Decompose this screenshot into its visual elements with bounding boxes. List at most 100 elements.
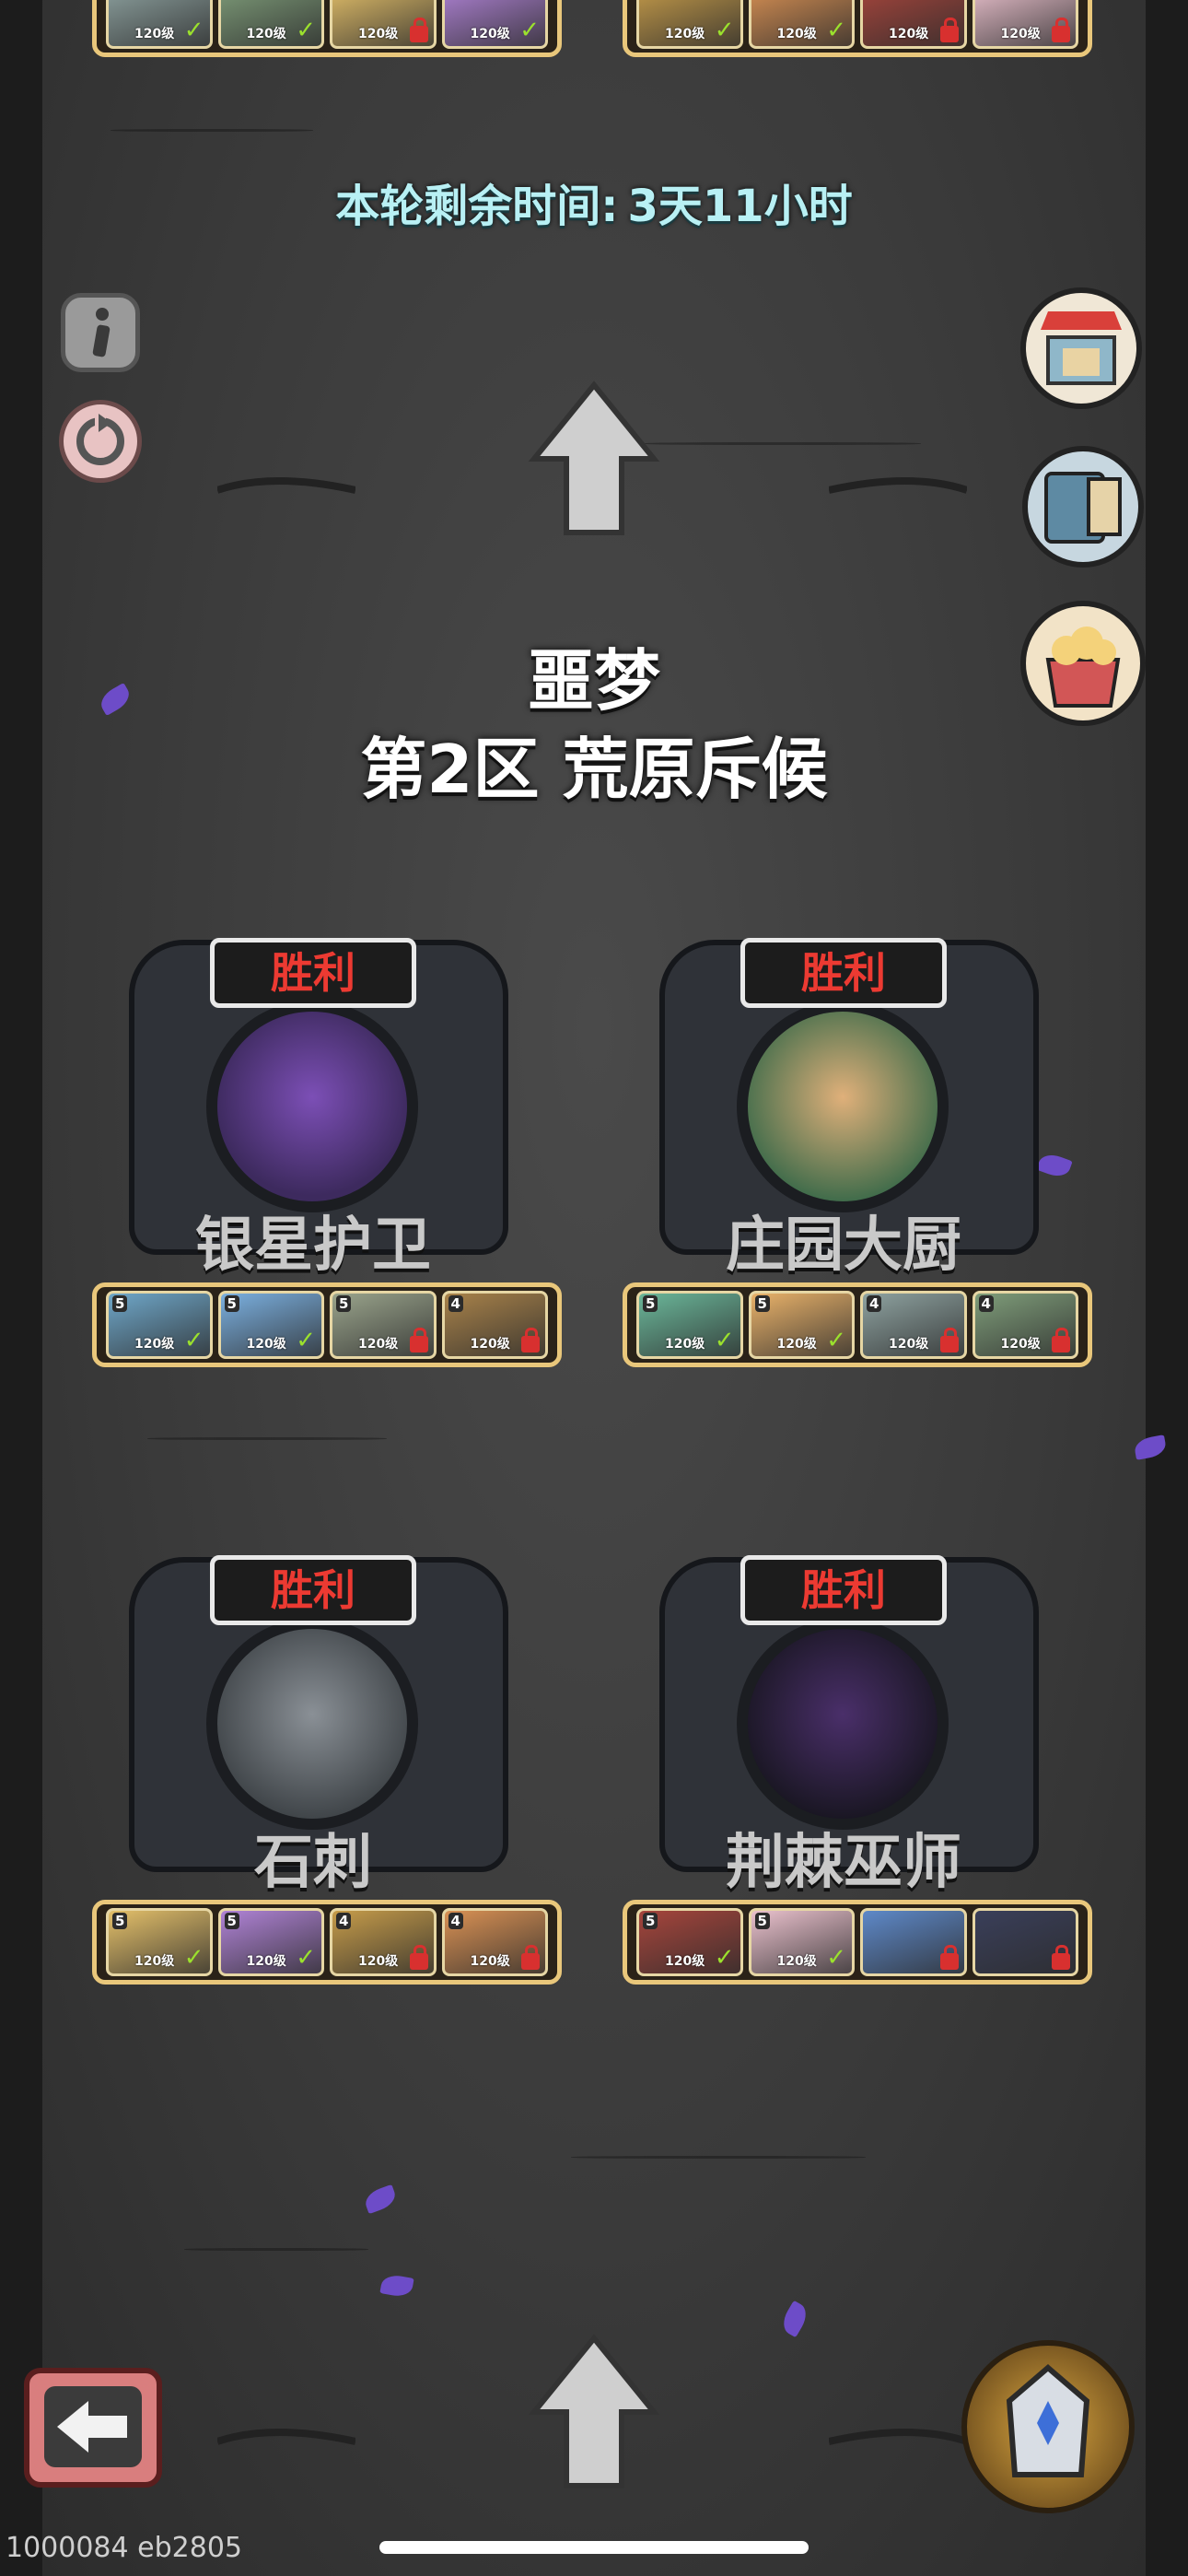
info-icon bbox=[92, 308, 111, 357]
difficulty-title: 噩梦 bbox=[527, 642, 660, 720]
hero-level: 120级 bbox=[358, 27, 399, 41]
boss-team-strip: 5 120级 ✓ 5 120级 ✓ 4 120级 4 120级 bbox=[623, 1282, 1092, 1367]
hero-slot[interactable]: 5 120级 ✓ bbox=[106, 1291, 213, 1359]
hero-level: 120级 bbox=[889, 1337, 929, 1352]
hero-slot[interactable]: 5 120级 ✓ bbox=[636, 1908, 743, 1976]
hero-slot[interactable]: 5 120级 ✓ bbox=[748, 1908, 855, 1976]
petal-decoration bbox=[362, 2184, 399, 2215]
boss-name: 荆棘巫师 bbox=[726, 1829, 961, 1897]
hero-star-count: 4 bbox=[336, 1913, 352, 1929]
hero-slot[interactable]: 120级 ✓ bbox=[748, 0, 855, 49]
hero-slot[interactable]: 5 120级 ✓ bbox=[217, 1291, 324, 1359]
hero-slot[interactable]: 120级 ✓ bbox=[636, 0, 743, 49]
hero-level: 120级 bbox=[665, 1954, 705, 1969]
check-icon: ✓ bbox=[296, 1327, 316, 1354]
lock-icon bbox=[939, 18, 959, 42]
floor-crack bbox=[645, 442, 921, 445]
build-id-text: 1000084 eb2805 bbox=[6, 2532, 242, 2564]
lock-icon bbox=[1052, 1945, 1070, 1970]
hero-slot[interactable]: 120级 bbox=[972, 0, 1078, 49]
hero-slot[interactable]: 5 120级 ✓ bbox=[217, 1908, 324, 1976]
hero-slot[interactable]: 5 120级 ✓ bbox=[748, 1291, 855, 1359]
back-arrow-icon bbox=[57, 2401, 127, 2453]
check-icon: ✓ bbox=[183, 1327, 204, 1354]
hero-slot[interactable]: 5 120级 ✓ bbox=[106, 1908, 213, 1976]
floor-crack bbox=[571, 2156, 866, 2159]
hero-star-count: 5 bbox=[112, 1913, 128, 1929]
boss-card-silver-star-guard[interactable]: 胜利 银星护卫 5 120级 ✓ 5 120级 ✓ 5 120级 4 120级 bbox=[92, 921, 562, 1437]
lock-icon bbox=[521, 1328, 540, 1352]
hero-slot[interactable]: 120级 bbox=[330, 0, 437, 49]
hero-level: 120级 bbox=[134, 1954, 175, 1969]
lock-icon bbox=[409, 1945, 428, 1970]
boss-portrait bbox=[737, 1001, 949, 1212]
shop-button[interactable] bbox=[1020, 287, 1142, 409]
previous-zone-team-strip: 120级 ✓ 120级 ✓ 120级 120级 bbox=[623, 0, 1092, 57]
refresh-button[interactable] bbox=[59, 400, 142, 483]
lock-icon bbox=[1052, 1328, 1070, 1352]
boss-team-strip: 5 120级 ✓ 5 120级 ✓ bbox=[623, 1900, 1092, 1985]
hero-level: 120级 bbox=[1000, 27, 1041, 41]
hero-level: 120级 bbox=[776, 27, 817, 41]
right-border bbox=[1146, 0, 1188, 2576]
hero-slot[interactable]: 4 120级 bbox=[972, 1291, 1078, 1359]
game-stage: 120级 ✓ 120级 ✓ 120级 120级 ✓ 120级 ✓ 120级 ✓ 120级 120级 本… bbox=[0, 0, 1188, 2576]
hero-slot[interactable]: 120级 ✓ bbox=[217, 0, 324, 49]
book-icon bbox=[1044, 472, 1122, 544]
hero-slot[interactable]: 5 120级 ✓ bbox=[636, 1291, 743, 1359]
lock-icon bbox=[1052, 18, 1070, 42]
boss-portrait bbox=[206, 1618, 418, 1830]
previous-zone-arrow[interactable] bbox=[525, 376, 663, 542]
boss-card-stone-thorn[interactable]: 胜利 石刺 5 120级 ✓ 5 120级 ✓ 4 120级 4 120级 bbox=[92, 1539, 562, 2055]
hero-slot[interactable] bbox=[860, 1908, 967, 1976]
back-button-face bbox=[44, 2386, 142, 2467]
boss-card-manor-chef[interactable]: 胜利 庄园大厨 5 120级 ✓ 5 120级 ✓ 4 120级 4 120级 bbox=[623, 921, 1092, 1437]
records-book-button[interactable] bbox=[1022, 446, 1144, 568]
hero-slot[interactable]: 4 120级 bbox=[441, 1291, 548, 1359]
boss-team-strip: 5 120级 ✓ 5 120级 ✓ 5 120级 4 120级 bbox=[92, 1282, 562, 1367]
hero-slot[interactable] bbox=[972, 1908, 1078, 1976]
lock-icon bbox=[409, 1328, 428, 1352]
swirl-ornament-icon bbox=[217, 477, 355, 494]
refresh-icon bbox=[76, 414, 124, 465]
hero-slot[interactable]: 4 120级 bbox=[330, 1908, 437, 1976]
hero-slot[interactable]: 4 120级 bbox=[860, 1291, 967, 1359]
check-icon: ✓ bbox=[714, 1944, 735, 1972]
info-button[interactable] bbox=[61, 293, 140, 372]
boss-name: 石刺 bbox=[254, 1829, 372, 1897]
hero-slot[interactable]: 120级 ✓ bbox=[106, 0, 213, 49]
left-border bbox=[0, 0, 42, 2576]
next-zone-arrow[interactable] bbox=[525, 2329, 663, 2495]
swirl-ornament-icon bbox=[829, 477, 967, 494]
check-icon: ✓ bbox=[519, 17, 540, 44]
check-icon: ✓ bbox=[826, 17, 846, 44]
hero-slot[interactable]: 4 120级 bbox=[441, 1908, 548, 1976]
timer-value: 3天11小时 bbox=[627, 181, 853, 232]
hero-slot[interactable]: 120级 ✓ bbox=[441, 0, 548, 49]
lock-icon bbox=[939, 1328, 959, 1352]
timer-label: 本轮剩余时间: bbox=[335, 181, 619, 232]
hero-slot[interactable]: 120级 bbox=[860, 0, 967, 49]
check-icon: ✓ bbox=[826, 1944, 846, 1972]
victory-badge: 胜利 bbox=[740, 938, 947, 1008]
boss-card-thorn-wizard[interactable]: 胜利 荆棘巫师 5 120级 ✓ 5 120级 ✓ bbox=[623, 1539, 1092, 2055]
hero-star-count: 5 bbox=[643, 1295, 658, 1312]
shop-icon bbox=[1041, 311, 1122, 385]
check-icon: ✓ bbox=[714, 1327, 735, 1354]
hero-level: 120级 bbox=[665, 1337, 705, 1352]
previous-zone-team-strip: 120级 ✓ 120级 ✓ 120级 120级 ✓ bbox=[92, 0, 562, 57]
back-button[interactable] bbox=[24, 2368, 162, 2488]
check-icon: ✓ bbox=[714, 17, 735, 44]
hero-level: 120级 bbox=[470, 1337, 510, 1352]
floor-crack bbox=[111, 129, 313, 132]
hero-star-count: 4 bbox=[867, 1295, 882, 1312]
hero-level: 120级 bbox=[246, 1337, 286, 1352]
hero-star-count: 4 bbox=[978, 1295, 994, 1312]
hero-star-count: 5 bbox=[754, 1295, 770, 1312]
boss-portrait bbox=[206, 1001, 418, 1212]
hero-slot[interactable]: 5 120级 bbox=[330, 1291, 437, 1359]
hero-level: 120级 bbox=[470, 1954, 510, 1969]
rank-emblem-button[interactable] bbox=[961, 2340, 1135, 2513]
home-indicator[interactable] bbox=[379, 2541, 809, 2554]
lock-icon bbox=[521, 1945, 540, 1970]
